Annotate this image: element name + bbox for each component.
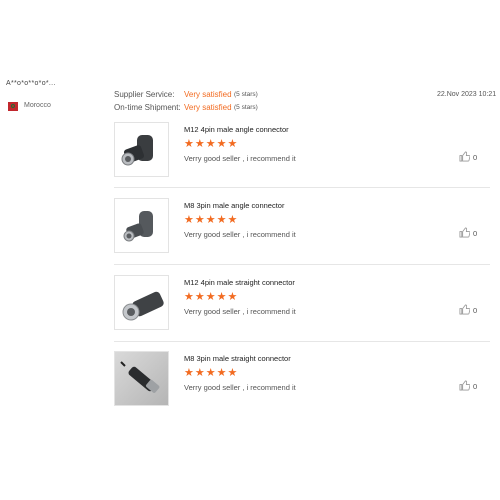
supplier-service-label: Supplier Service: (114, 90, 175, 99)
thumbs-up-icon[interactable] (459, 227, 471, 240)
morocco-flag-icon (8, 102, 18, 111)
product-thumbnail[interactable] (114, 275, 169, 330)
reviewer-country: Morocco (24, 102, 51, 109)
product-title[interactable]: M8 3pin male angle connector (184, 201, 284, 210)
review-item: M8 3pin male angle connector ★★★★★ Verry… (114, 197, 490, 274)
product-title[interactable]: M12 4pin male angle connector (184, 125, 289, 134)
supplier-service-stars: (5 stars) (234, 91, 258, 98)
like-count: 0 (473, 229, 478, 238)
star-rating: ★★★★★ (184, 138, 239, 150)
on-time-shipment-stars: (5 stars) (234, 104, 258, 111)
on-time-shipment-label: On-time Shipment: (114, 103, 181, 112)
product-thumbnail[interactable] (114, 198, 169, 253)
review-item: M12 4pin male straight connector ★★★★★ V… (114, 274, 490, 351)
thumbs-up-icon[interactable] (459, 304, 471, 317)
divider (114, 187, 490, 188)
star-rating: ★★★★★ (184, 367, 239, 379)
star-rating: ★★★★★ (184, 291, 239, 303)
like-count: 0 (473, 382, 478, 391)
review-comment: Verry good seller , i recommend it (184, 154, 296, 163)
review-comment: Verry good seller , i recommend it (184, 383, 296, 392)
product-title[interactable]: M12 4pin male straight connector (184, 278, 295, 287)
review-comment: Verry good seller , i recommend it (184, 307, 296, 316)
review-item: M8 3pin male straight connector ★★★★★ Ve… (114, 350, 490, 427)
star-rating: ★★★★★ (184, 214, 239, 226)
thumbs-up-icon[interactable] (459, 380, 471, 393)
divider (114, 264, 490, 265)
reviewer-name: A**o*o**o*o*... (6, 80, 56, 87)
review-date: 22.Nov 2023 10:21 (437, 91, 497, 98)
divider (114, 341, 490, 342)
product-thumbnail[interactable] (114, 122, 169, 177)
like-count: 0 (473, 306, 478, 315)
product-thumbnail[interactable] (114, 351, 169, 406)
review-comment: Verry good seller , i recommend it (184, 230, 296, 239)
like-count: 0 (473, 153, 478, 162)
supplier-service-rating: Very satisfied (184, 90, 232, 99)
product-title[interactable]: M8 3pin male straight connector (184, 354, 291, 363)
thumbs-up-icon[interactable] (459, 151, 471, 164)
on-time-shipment-rating: Very satisfied (184, 103, 232, 112)
